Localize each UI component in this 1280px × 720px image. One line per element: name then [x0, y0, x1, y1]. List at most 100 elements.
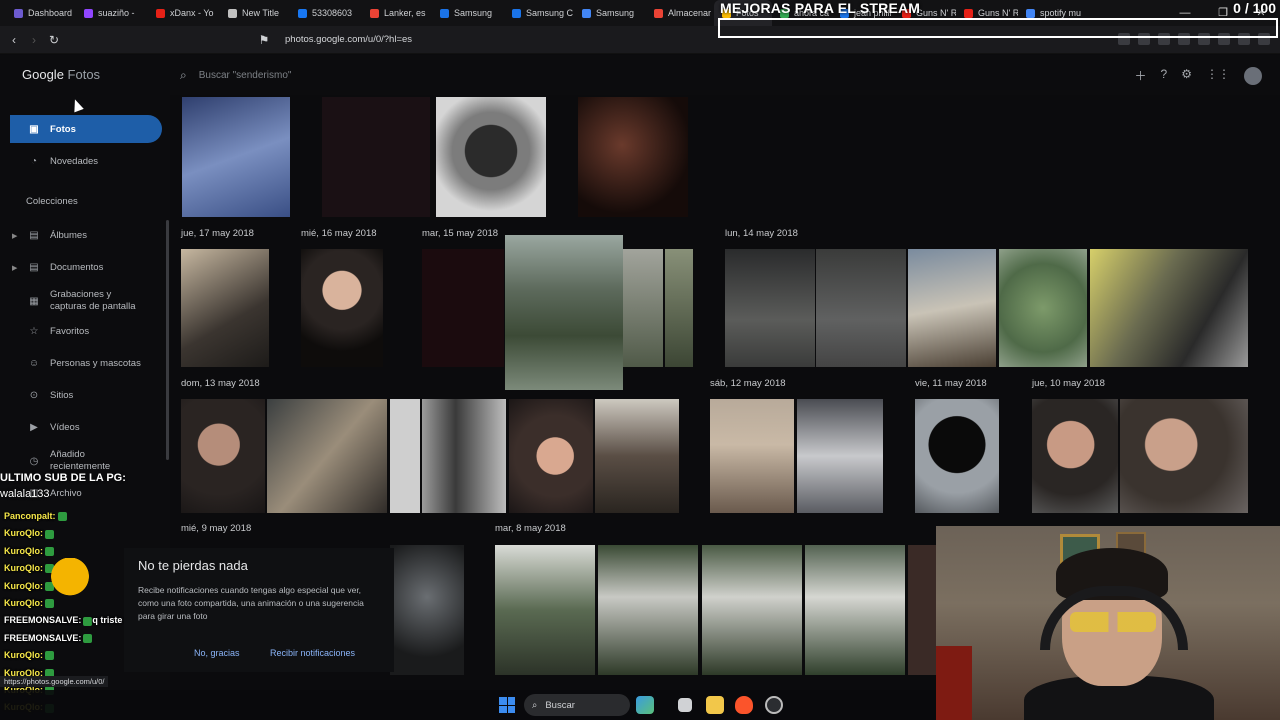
search-bar[interactable]: ⌕ Buscar "senderismo": [180, 63, 650, 87]
sidebar-item-fotos[interactable]: ▣ Fotos: [10, 115, 162, 143]
sidebar-item-personas[interactable]: ☺ Personas y mascotas: [10, 349, 162, 377]
tab-label: Dashboard: [28, 8, 73, 18]
file-explorer-icon[interactable]: [706, 696, 724, 714]
photo-thumbnail[interactable]: [322, 97, 430, 217]
browser-tab[interactable]: Dashboard: [6, 0, 76, 26]
pin-icon: ⊙: [29, 389, 39, 401]
document-icon: ▤: [29, 261, 39, 273]
photo-thumbnail[interactable]: [1090, 249, 1248, 367]
chat-username: FREEMONSALVE:: [4, 632, 82, 643]
album-icon: ▤: [29, 229, 39, 241]
photo-thumbnail[interactable]: [908, 545, 936, 675]
photo-thumbnail[interactable]: [436, 97, 546, 217]
app-icon[interactable]: [636, 696, 654, 714]
photo-thumbnail[interactable]: [509, 399, 593, 513]
photo-thumbnail[interactable]: [182, 97, 290, 217]
avatar[interactable]: [1244, 67, 1262, 85]
url-field[interactable]: photos.google.com/u/0/?hl=es: [285, 34, 412, 45]
browser-tab[interactable]: Lanker, es: [362, 0, 432, 26]
sidebar-scrollbar[interactable]: [166, 220, 169, 460]
photo-thumbnail[interactable]: [505, 235, 623, 390]
search-input[interactable]: Buscar "senderismo": [199, 70, 292, 81]
help-icon[interactable]: ?: [1161, 67, 1168, 85]
photo-thumbnail[interactable]: [595, 399, 679, 513]
bookmark-icon[interactable]: ⚑: [254, 33, 274, 47]
browser-tab[interactable]: Samsung: [574, 0, 646, 26]
settings-icon[interactable]: ⚙: [1181, 67, 1192, 85]
chat-message: KuroQlo:: [4, 650, 54, 661]
tab-favicon-icon: [14, 8, 23, 18]
sidebar-item-videos[interactable]: ▶ Vídeos: [10, 413, 162, 441]
taskbar-search[interactable]: ⌕ Buscar: [524, 694, 630, 716]
tab-label: Samsung: [454, 8, 493, 18]
photo-thumbnail[interactable]: [623, 249, 663, 367]
chat-message: KuroQlo:: [4, 546, 54, 556]
chat-message: Panconpalt:: [4, 511, 67, 522]
chat-username: KuroQlo:: [4, 563, 43, 574]
reload-icon[interactable]: ↻: [44, 33, 64, 47]
apps-icon[interactable]: ⋮⋮: [1206, 67, 1230, 85]
header-actions: ＋ ? ⚙ ⋮⋮: [1135, 67, 1262, 85]
sidebar-item-novedades[interactable]: ◔ Novedades: [10, 147, 162, 175]
browser-tab[interactable]: 53308603: [290, 0, 362, 26]
photo-thumbnail[interactable]: [710, 399, 794, 513]
forward-icon[interactable]: ›: [24, 33, 44, 47]
brave-browser-icon[interactable]: [735, 696, 753, 714]
photo-thumbnail[interactable]: [267, 399, 387, 513]
chat-message: KuroQlo:: [4, 528, 54, 539]
photo-thumbnail[interactable]: [598, 545, 698, 675]
photo-thumbnail[interactable]: [390, 399, 420, 513]
photo-thumbnail[interactable]: [422, 249, 504, 367]
tab-label: Lanker, es: [384, 8, 426, 18]
photo-thumbnail[interactable]: [702, 545, 802, 675]
dismiss-button[interactable]: No, gracias: [194, 648, 240, 658]
chat-message: FREEMONSALVE:: [4, 632, 93, 643]
photo-thumbnail[interactable]: [495, 545, 595, 675]
star-icon: ☆: [29, 325, 39, 337]
task-view-icon[interactable]: [678, 698, 692, 712]
photo-thumbnail[interactable]: [181, 249, 269, 367]
photo-thumbnail[interactable]: [301, 249, 383, 367]
photo-thumbnail[interactable]: [422, 399, 506, 513]
photo-thumbnail[interactable]: [1120, 399, 1248, 513]
tab-favicon-icon: [440, 8, 449, 18]
sidebar-item-albumes[interactable]: ▤ Álbumes: [10, 221, 162, 249]
sidebar-item-favoritos[interactable]: ☆ Favoritos: [10, 317, 162, 345]
browser-tab[interactable]: xDanx - Yo: [148, 0, 220, 26]
windows-start-icon[interactable]: [499, 697, 515, 713]
photo-thumbnail[interactable]: [725, 249, 815, 367]
photo-thumbnail[interactable]: [999, 249, 1087, 367]
photo-thumbnail[interactable]: [805, 545, 905, 675]
collections-heading: Colecciones: [26, 196, 78, 207]
photo-thumbnail[interactable]: [915, 399, 999, 513]
sidebar-item-sitios[interactable]: ⊙ Sitios: [10, 381, 162, 409]
sidebar-item-documentos[interactable]: ▤ Documentos: [10, 253, 162, 281]
add-icon[interactable]: ＋: [1135, 67, 1147, 85]
google-photos-logo[interactable]: Google Fotos: [22, 67, 100, 82]
browser-tab[interactable]: Samsung: [432, 0, 504, 26]
photo-thumbnail[interactable]: [181, 399, 265, 513]
date-heading: mar, 15 may 2018: [422, 228, 499, 239]
chat-emote-icon: [83, 633, 93, 643]
browser-tab[interactable]: Samsung C: [504, 0, 574, 26]
photo-thumbnail[interactable]: [816, 249, 906, 367]
tab-label: suaziño -: [98, 8, 135, 18]
sidebar-item-grabaciones[interactable]: ▦ Grabaciones y capturas de pantalla: [10, 285, 162, 317]
photo-thumbnail[interactable]: [1032, 399, 1118, 513]
browser-tab[interactable]: New Title: [220, 0, 290, 26]
last-sub-label: ULTIMO SUB DE LA PG:: [0, 472, 126, 484]
recent-icon: ◷: [29, 455, 39, 467]
taskbar-search-label: Buscar: [545, 699, 575, 711]
sidebar-item-label: Fotos: [50, 123, 76, 135]
browser-tab[interactable]: suaziño -: [76, 0, 148, 26]
browser-tab[interactable]: Almacenar: [646, 0, 714, 26]
photo-thumbnail[interactable]: [578, 97, 688, 217]
photo-thumbnail[interactable]: [908, 249, 996, 367]
photo-thumbnail[interactable]: [665, 249, 693, 367]
app-icon[interactable]: [765, 696, 783, 714]
enable-notifications-button[interactable]: Recibir notificaciones: [270, 648, 355, 658]
back-icon[interactable]: ‹: [4, 33, 24, 47]
photo-thumbnail[interactable]: [390, 545, 464, 675]
photo-thumbnail[interactable]: [797, 399, 883, 513]
chat-username: KuroQlo:: [4, 545, 43, 556]
